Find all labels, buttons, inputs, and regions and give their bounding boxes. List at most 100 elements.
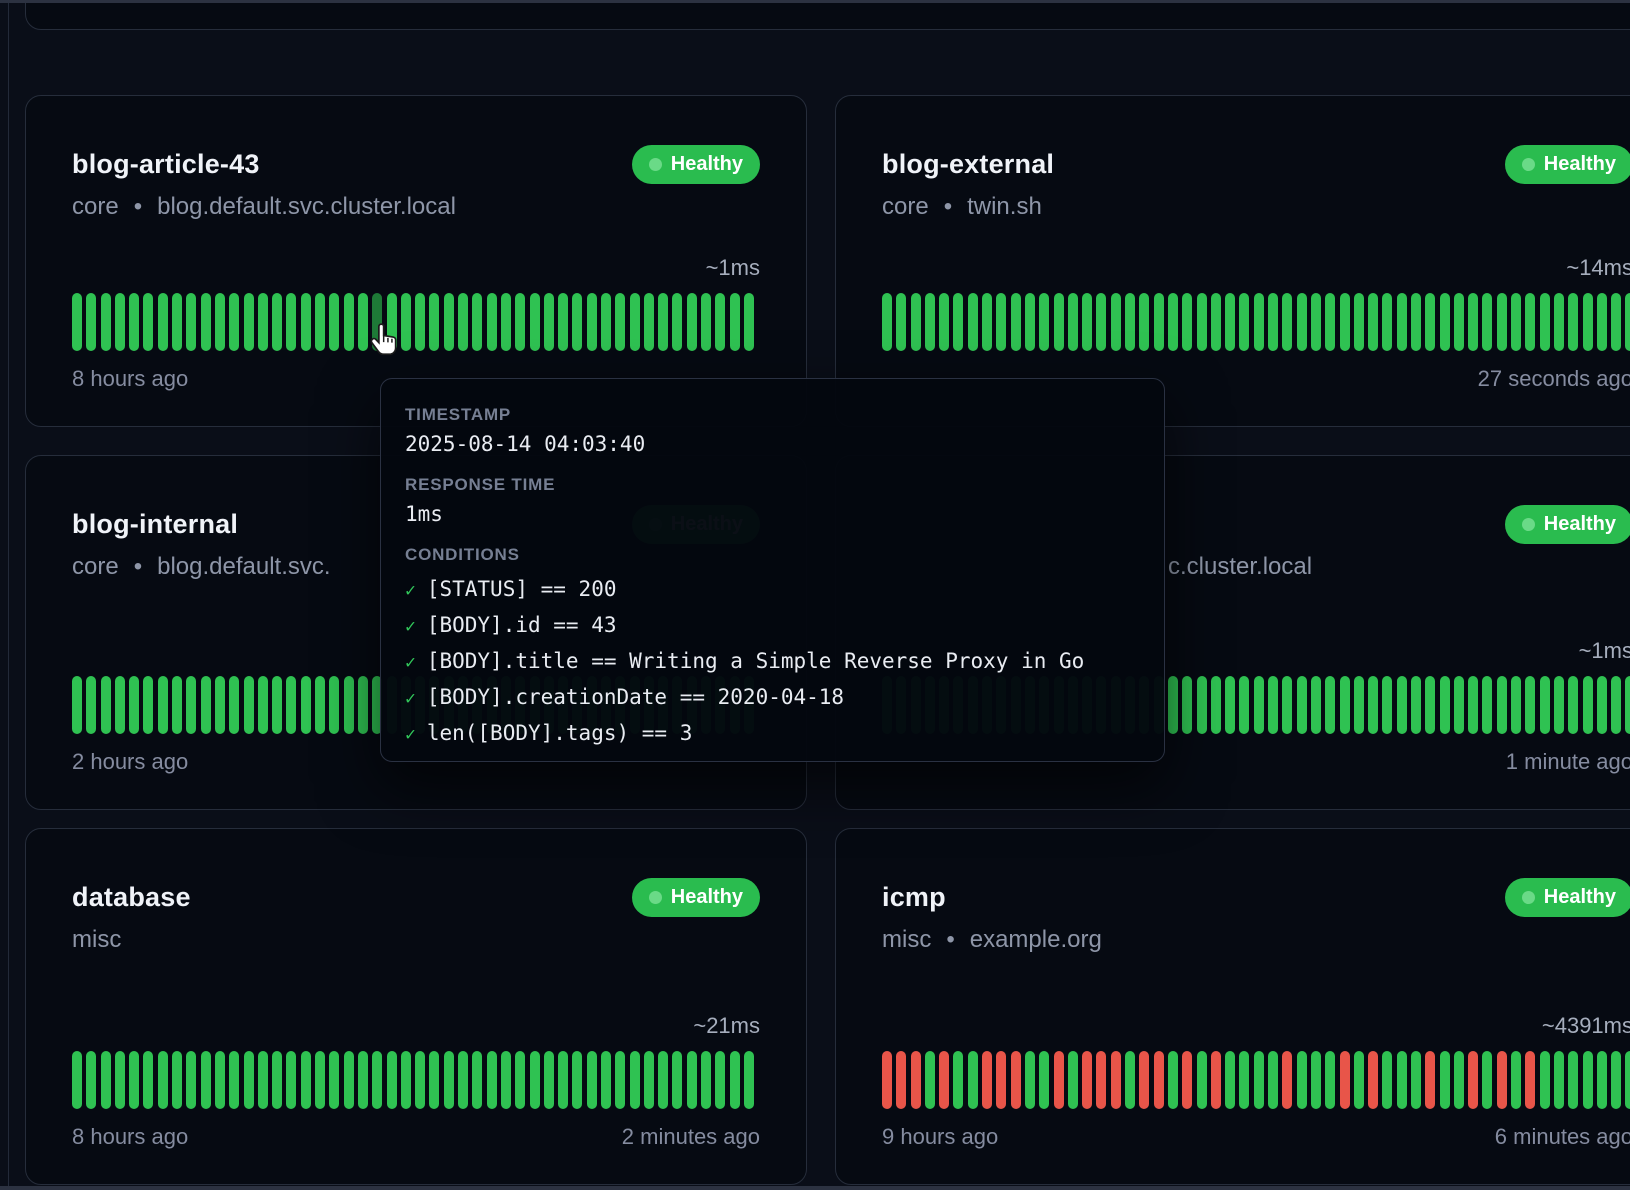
status-bar[interactable] [143,676,153,734]
status-bar[interactable] [544,293,554,351]
status-bar[interactable] [558,293,568,351]
status-bar[interactable] [258,293,268,351]
status-bar[interactable] [372,1051,382,1109]
status-bar[interactable] [982,293,992,351]
status-bar[interactable] [72,1051,82,1109]
status-bar[interactable] [1168,1051,1178,1109]
status-bar[interactable] [939,293,949,351]
status-bar[interactable] [1511,1051,1521,1109]
status-bar[interactable] [911,293,921,351]
service-card-database[interactable]: database Healthy misc ~21ms 8 hours ago … [25,828,807,1185]
status-bar[interactable] [1468,293,1478,351]
status-bar[interactable] [1554,1051,1564,1109]
status-bar[interactable] [72,676,82,734]
status-bar[interactable] [939,1051,949,1109]
status-bar[interactable] [1182,676,1192,734]
status-bar[interactable] [1568,293,1578,351]
status-bar[interactable] [201,1051,211,1109]
status-bar[interactable] [315,293,325,351]
status-bar[interactable] [1440,676,1450,734]
status-bar[interactable] [1282,676,1292,734]
status-bar[interactable] [587,293,597,351]
status-bar[interactable] [86,676,96,734]
status-bar[interactable] [1082,1051,1092,1109]
status-bar[interactable] [1311,1051,1321,1109]
status-bar[interactable] [472,293,482,351]
status-bar[interactable] [1182,1051,1192,1109]
status-bar[interactable] [1239,1051,1249,1109]
status-bar[interactable] [1225,1051,1235,1109]
status-bar[interactable] [925,293,935,351]
status-bar[interactable] [615,1051,625,1109]
status-bar[interactable] [129,676,139,734]
status-bar[interactable] [644,293,654,351]
status-bar[interactable] [186,676,196,734]
status-bar[interactable] [1340,293,1350,351]
status-bar[interactable] [86,1051,96,1109]
status-bar[interactable] [744,293,754,351]
status-bar[interactable] [401,293,411,351]
status-bar[interactable] [515,293,525,351]
status-bar[interactable] [968,293,978,351]
status-bar[interactable] [1168,293,1178,351]
status-bar[interactable] [672,1051,682,1109]
status-bar[interactable] [982,1051,992,1109]
status-bar[interactable] [1397,293,1407,351]
status-bar[interactable] [115,293,125,351]
status-bar[interactable] [953,1051,963,1109]
status-bar[interactable] [911,1051,921,1109]
status-bar[interactable] [1297,676,1307,734]
status-bar[interactable] [487,1051,497,1109]
status-bar[interactable] [344,676,354,734]
status-bar[interactable] [1154,1051,1164,1109]
status-bar[interactable] [1611,1051,1621,1109]
status-bar[interactable] [1354,676,1364,734]
status-bar[interactable] [1311,676,1321,734]
status-bar[interactable] [1082,293,1092,351]
status-bar[interactable] [1482,1051,1492,1109]
status-bar[interactable] [1382,676,1392,734]
status-bar[interactable] [1468,676,1478,734]
status-bar[interactable] [487,293,497,351]
status-bar[interactable] [587,1051,597,1109]
status-bar[interactable] [1268,1051,1278,1109]
status-bar[interactable] [1054,1051,1064,1109]
status-bar[interactable] [1497,293,1507,351]
status-bar[interactable] [1096,1051,1106,1109]
status-bar[interactable] [72,293,82,351]
status-bar[interactable] [158,676,168,734]
status-bar[interactable] [1411,293,1421,351]
status-bar[interactable] [530,293,540,351]
status-bar[interactable] [1554,293,1564,351]
status-bar[interactable] [1254,676,1264,734]
status-bar[interactable] [1211,293,1221,351]
previous-card-cut-off[interactable] [25,0,1630,30]
status-bar[interactable] [415,293,425,351]
status-bar[interactable] [1039,1051,1049,1109]
status-bar[interactable] [1068,1051,1078,1109]
status-bar[interactable] [1096,293,1106,351]
status-bar[interactable] [658,1051,668,1109]
status-bar[interactable] [601,1051,611,1109]
status-bar[interactable] [1211,676,1221,734]
status-bar[interactable] [1611,676,1621,734]
status-bar[interactable] [1068,293,1078,351]
status-bar[interactable] [730,1051,740,1109]
status-bar[interactable] [1497,676,1507,734]
status-bar[interactable] [229,1051,239,1109]
service-card-icmp[interactable]: icmp Healthy misc • example.org ~4391ms … [835,828,1630,1185]
status-bar[interactable] [701,1051,711,1109]
status-bar[interactable] [1368,1051,1378,1109]
status-bar[interactable] [344,293,354,351]
status-bar[interactable] [1297,293,1307,351]
status-bar[interactable] [1411,1051,1421,1109]
status-bar[interactable] [1625,293,1630,351]
status-bar[interactable] [1311,293,1321,351]
status-bar[interactable] [1039,293,1049,351]
status-bar[interactable] [1225,293,1235,351]
status-bar[interactable] [329,676,339,734]
status-bar[interactable] [244,293,254,351]
status-bar[interactable] [1511,293,1521,351]
status-bar[interactable] [301,676,311,734]
status-bar[interactable] [1425,676,1435,734]
